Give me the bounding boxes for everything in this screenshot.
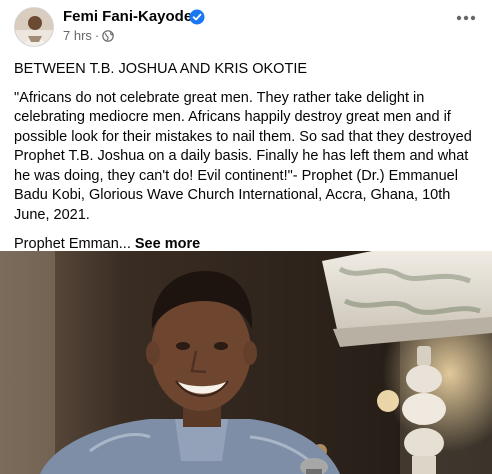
truncated-text: Prophet Emman... — [14, 236, 131, 252]
globe-icon[interactable] — [102, 29, 115, 42]
post-text: BETWEEN T.B. JOSHUA AND KRIS OKOTIE "Afr… — [14, 56, 484, 255]
post-header: Femi Fani-Kayode 7 hrs · — [0, 0, 492, 56]
post-timestamp[interactable]: 7 hrs — [63, 28, 92, 43]
photo-image — [0, 251, 492, 474]
post-quote: "Africans do not celebrate great men. Th… — [14, 89, 472, 223]
author-name[interactable]: Femi Fani-Kayode — [63, 8, 192, 25]
post-heading: BETWEEN T.B. JOSHUA AND KRIS OKOTIE — [14, 61, 308, 77]
post-photo[interactable] — [0, 251, 492, 474]
avatar-image — [15, 8, 53, 46]
verified-badge-icon — [189, 9, 205, 25]
author-avatar[interactable] — [14, 7, 54, 47]
post-meta: 7 hrs · — [63, 28, 115, 43]
meta-separator: · — [94, 28, 100, 43]
more-options-icon[interactable] — [455, 13, 477, 23]
see-more-link[interactable]: See more — [135, 236, 200, 252]
